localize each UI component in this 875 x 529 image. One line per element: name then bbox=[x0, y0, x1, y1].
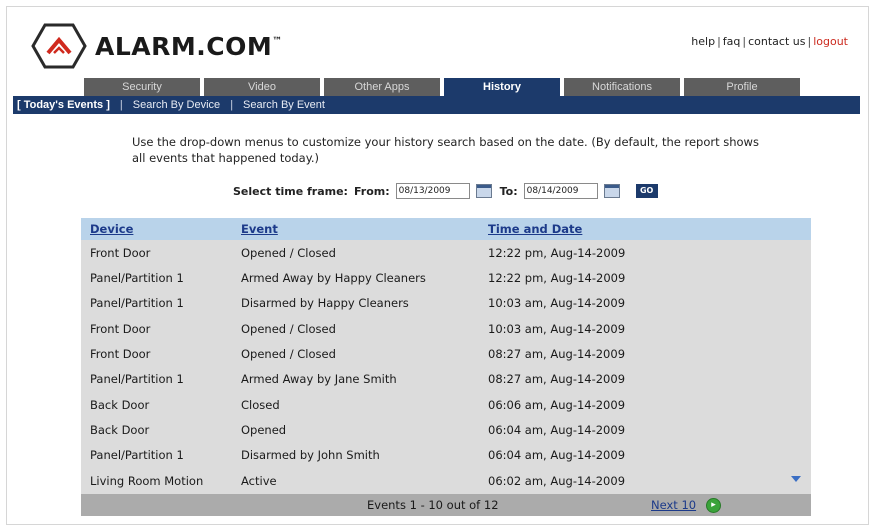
header-device[interactable]: Device bbox=[90, 218, 133, 240]
table-footer: Events 1 - 10 out of 12 Next 10 ▸ bbox=[81, 494, 811, 516]
table-row: Panel/Partition 1 Disarmed by Happy Clea… bbox=[81, 291, 811, 316]
scroll-down-arrow-icon[interactable] bbox=[791, 476, 801, 482]
top-links: help | faq | contact us | logout bbox=[691, 35, 848, 48]
to-date-input[interactable]: 08/14/2009 bbox=[523, 183, 598, 199]
tab-history[interactable]: History bbox=[444, 78, 560, 96]
from-date-input[interactable]: 08/13/2009 bbox=[395, 183, 470, 199]
subnav-todays-events[interactable]: [ Today's Events ] bbox=[13, 96, 114, 114]
cell-time: 08:27 am, Aug-14-2009 bbox=[488, 347, 626, 361]
tab-security[interactable]: Security bbox=[84, 78, 200, 96]
next-page-link[interactable]: Next 10 bbox=[651, 494, 696, 516]
cell-time: 12:22 pm, Aug-14-2009 bbox=[488, 271, 626, 285]
contact-us-link[interactable]: contact us bbox=[748, 35, 805, 48]
to-label: To: bbox=[499, 184, 518, 198]
table-row: Panel/Partition 1 Armed Away by Jane Smi… bbox=[81, 367, 811, 392]
cell-device: Panel/Partition 1 bbox=[90, 296, 184, 310]
cell-device: Panel/Partition 1 bbox=[90, 372, 184, 386]
tab-notifications[interactable]: Notifications bbox=[564, 78, 680, 96]
tab-profile[interactable]: Profile bbox=[684, 78, 800, 96]
cell-event: Disarmed by Happy Cleaners bbox=[241, 296, 409, 310]
logout-link[interactable]: logout bbox=[813, 35, 848, 48]
cell-time: 10:03 am, Aug-14-2009 bbox=[488, 296, 626, 310]
cell-event: Opened bbox=[241, 423, 287, 437]
table-row: Back Door Opened 06:04 am, Aug-14-2009 bbox=[81, 418, 811, 443]
cell-event: Active bbox=[241, 474, 277, 488]
cell-event: Opened / Closed bbox=[241, 322, 336, 336]
subnav-divider: | bbox=[119, 99, 123, 111]
go-button[interactable]: GO bbox=[635, 184, 658, 198]
table-row: Panel/Partition 1 Armed Away by Happy Cl… bbox=[81, 266, 811, 291]
house-logo-icon bbox=[31, 23, 87, 69]
history-subnav: [ Today's Events ] | Search By Device | Sear… bbox=[13, 96, 860, 114]
table-row: Back Door Closed 06:06 am, Aug-14-2009 bbox=[81, 393, 811, 418]
cell-event: Armed Away by Happy Cleaners bbox=[241, 271, 426, 285]
subnav-search-by-event[interactable]: Search By Event bbox=[239, 96, 329, 114]
help-link[interactable]: help bbox=[691, 35, 715, 48]
cell-time: 06:02 am, Aug-14-2009 bbox=[488, 474, 626, 488]
cell-device: Front Door bbox=[90, 246, 151, 260]
header-time-and-date[interactable]: Time and Date bbox=[488, 218, 582, 240]
cell-time: 12:22 pm, Aug-14-2009 bbox=[488, 246, 626, 260]
cell-event: Disarmed by John Smith bbox=[241, 448, 380, 462]
cell-device: Front Door bbox=[90, 347, 151, 361]
table-header: Device Event Time and Date bbox=[81, 218, 811, 240]
faq-link[interactable]: faq bbox=[723, 35, 741, 48]
calendar-icon[interactable] bbox=[475, 184, 492, 198]
cell-device: Back Door bbox=[90, 423, 150, 437]
subnav-divider: | bbox=[230, 99, 234, 111]
table-row: Front Door Opened / Closed 10:03 am, Aug… bbox=[81, 317, 811, 342]
cell-device: Front Door bbox=[90, 322, 151, 336]
cell-device: Living Room Motion bbox=[90, 474, 204, 488]
alarm-logo[interactable]: ALARM.COM™ bbox=[31, 23, 283, 69]
calendar-icon[interactable] bbox=[603, 184, 620, 198]
cell-device: Back Door bbox=[90, 398, 150, 412]
table-row: Living Room Motion Active 06:02 am, Aug-… bbox=[81, 469, 811, 494]
events-count: Events 1 - 10 out of 12 bbox=[367, 498, 499, 512]
cell-time: 08:27 am, Aug-14-2009 bbox=[488, 372, 626, 386]
table-row: Front Door Opened / Closed 12:22 pm, Aug… bbox=[81, 241, 811, 266]
table-row: Panel/Partition 1 Disarmed by John Smith… bbox=[81, 443, 811, 468]
time-frame-label: Select time frame: bbox=[233, 184, 348, 198]
events-table: Device Event Time and Date Front Door Op… bbox=[81, 218, 811, 516]
cell-time: 06:06 am, Aug-14-2009 bbox=[488, 398, 626, 412]
from-label: From: bbox=[353, 184, 390, 198]
cell-time: 10:03 am, Aug-14-2009 bbox=[488, 322, 626, 336]
tab-other-apps[interactable]: Other Apps bbox=[324, 78, 440, 96]
cell-time: 06:04 am, Aug-14-2009 bbox=[488, 423, 626, 437]
intro-text: Use the drop-down menus to customize you… bbox=[132, 135, 759, 165]
main-tabs: Security Video Other Apps History Notifi… bbox=[84, 78, 800, 96]
table-row: Front Door Opened / Closed 08:27 am, Aug… bbox=[81, 342, 811, 367]
tab-video[interactable]: Video bbox=[204, 78, 320, 96]
time-frame-selector: Select time frame: From: 08/13/2009 To: … bbox=[233, 183, 658, 199]
cell-event: Opened / Closed bbox=[241, 347, 336, 361]
cell-event: Closed bbox=[241, 398, 280, 412]
cell-time: 06:04 am, Aug-14-2009 bbox=[488, 448, 626, 462]
cell-device: Panel/Partition 1 bbox=[90, 271, 184, 285]
cell-event: Opened / Closed bbox=[241, 246, 336, 260]
next-arrow-icon[interactable]: ▸ bbox=[706, 498, 721, 513]
cell-device: Panel/Partition 1 bbox=[90, 448, 184, 462]
header-event[interactable]: Event bbox=[241, 218, 278, 240]
cell-event: Armed Away by Jane Smith bbox=[241, 372, 397, 386]
brand-name: ALARM.COM™ bbox=[95, 31, 283, 61]
subnav-search-by-device[interactable]: Search By Device bbox=[129, 96, 224, 114]
